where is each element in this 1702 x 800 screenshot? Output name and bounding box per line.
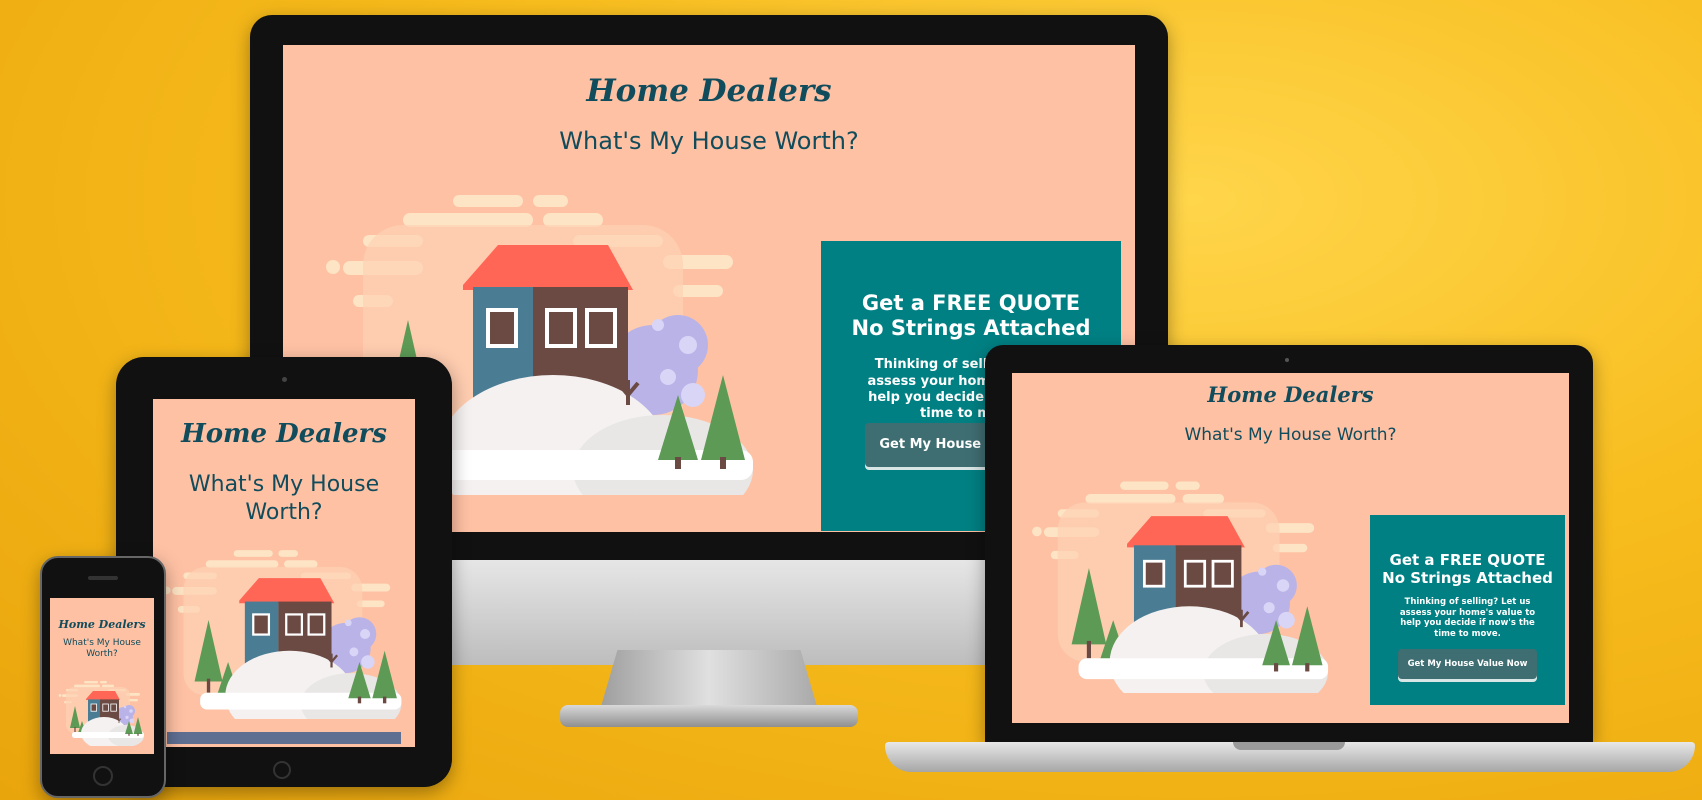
laptop: Home Dealers What's My House Worth? Get … [985, 345, 1593, 742]
brand-logo[interactable]: Home Dealers [283, 73, 1135, 109]
brand-logo[interactable]: Home Dealers [153, 419, 415, 449]
house-illustration [58, 680, 145, 746]
page-headline: What's My House Worth? [1184, 425, 1397, 445]
phone-speaker [88, 576, 118, 580]
page-headline: What's My House Worth? [559, 127, 859, 155]
tablet-screen: Home Dealers What's My House Worth? [153, 399, 415, 747]
monitor-stand-base [560, 705, 858, 727]
quote-panel: Get a FREE QUOTE No Strings Attached Thi… [1370, 515, 1565, 705]
laptop-notch [1233, 742, 1345, 750]
brand-logo[interactable]: Home Dealers [1012, 382, 1569, 407]
page-headline: What's My House Worth? [188, 472, 380, 525]
tablet: Home Dealers What's My House Worth? [116, 357, 452, 787]
tablet-home-button[interactable] [273, 761, 291, 779]
tablet-panel-edge [167, 732, 401, 744]
brand-logo[interactable]: Home Dealers [50, 618, 154, 631]
phone-screen: Home Dealers What's My House Worth? [50, 598, 154, 754]
phone-home-button[interactable] [93, 766, 113, 786]
page-headline: What's My House Worth? [63, 638, 141, 659]
laptop-screen: Home Dealers What's My House Worth? Get … [1012, 373, 1569, 723]
quote-title: Get a FREE QUOTE No Strings Attached [1382, 551, 1553, 587]
monitor-stand-neck [600, 650, 818, 710]
tablet-camera [282, 377, 287, 382]
laptop-base [885, 742, 1695, 772]
laptop-camera [1285, 358, 1289, 362]
cta-button[interactable]: Get My House Value Now [1398, 649, 1537, 679]
house-illustration [1030, 480, 1330, 693]
quote-body: Thinking of selling? Let us assess your … [1399, 597, 1536, 639]
house-illustration [161, 549, 403, 719]
quote-title: Get a FREE QUOTE No Strings Attached [851, 291, 1091, 341]
phone: Home Dealers What's My House Worth? [40, 556, 166, 798]
